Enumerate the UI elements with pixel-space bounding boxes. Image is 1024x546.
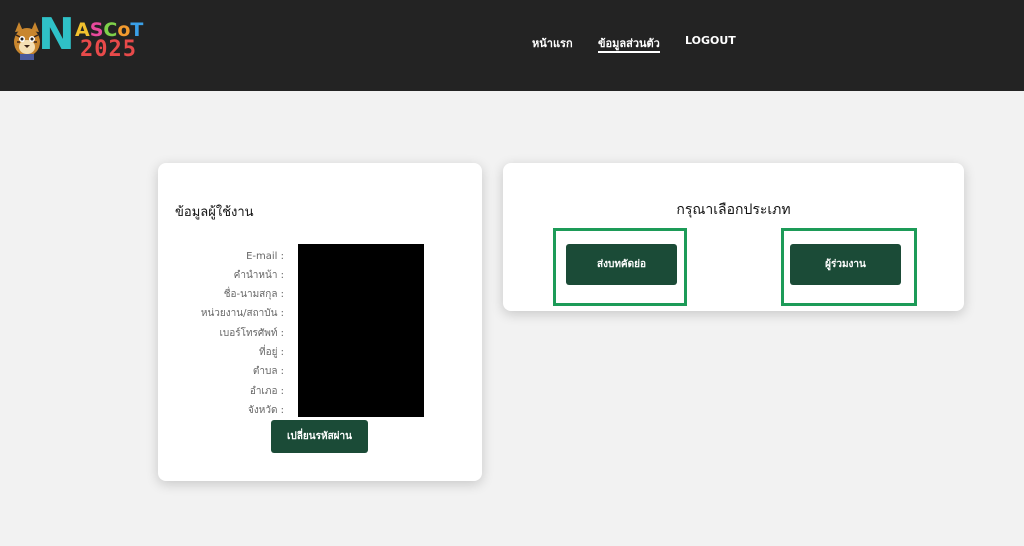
user-info-title: ข้อมูลผู้ใช้งาน — [175, 205, 254, 220]
participant-button[interactable]: ผู้ร่วมงาน — [790, 244, 901, 285]
field-label-organization: หน่วยงาน/สถาบัน : — [200, 308, 284, 319]
field-label-province: จังหวัด : — [248, 405, 284, 416]
type-select-card: กรุณาเลือกประเภท ส่งบทคัดย่อ ผู้ร่วมงาน — [503, 163, 964, 311]
field-label-address: ที่อยู่ : — [258, 347, 284, 358]
field-label-fullname: ชื่อ-นามสกุล : — [223, 289, 284, 300]
field-label-phone: เบอร์โทรศัพท์ : — [219, 328, 284, 339]
field-label-prefix: คำนำหน้า : — [233, 270, 284, 281]
field-label-district: อำเภอ : — [249, 386, 284, 397]
field-label-email: E-mail : — [246, 251, 284, 262]
top-navbar: N ASCoT 2025 หน้าแรก ข้อมูลส่วนตัว LOGOU… — [0, 0, 1024, 91]
field-label-subdistrict: ตำบล : — [252, 366, 284, 377]
change-password-button[interactable]: เปลี่ยนรหัสผ่าน — [271, 420, 368, 453]
nav-home[interactable]: หน้าแรก — [532, 34, 573, 52]
main-nav: หน้าแรก ข้อมูลส่วนตัว LOGOUT — [0, 34, 1024, 54]
user-info-card: ข้อมูลผู้ใช้งาน E-mail : คำนำหน้า : ชื่อ… — [158, 163, 482, 481]
nav-profile[interactable]: ข้อมูลส่วนตัว — [598, 34, 660, 53]
nav-logout[interactable]: LOGOUT — [685, 34, 736, 47]
redacted-user-values — [298, 244, 424, 417]
type-select-title: กรุณาเลือกประเภท — [676, 202, 791, 218]
submit-abstract-button[interactable]: ส่งบทคัดย่อ — [566, 244, 677, 285]
